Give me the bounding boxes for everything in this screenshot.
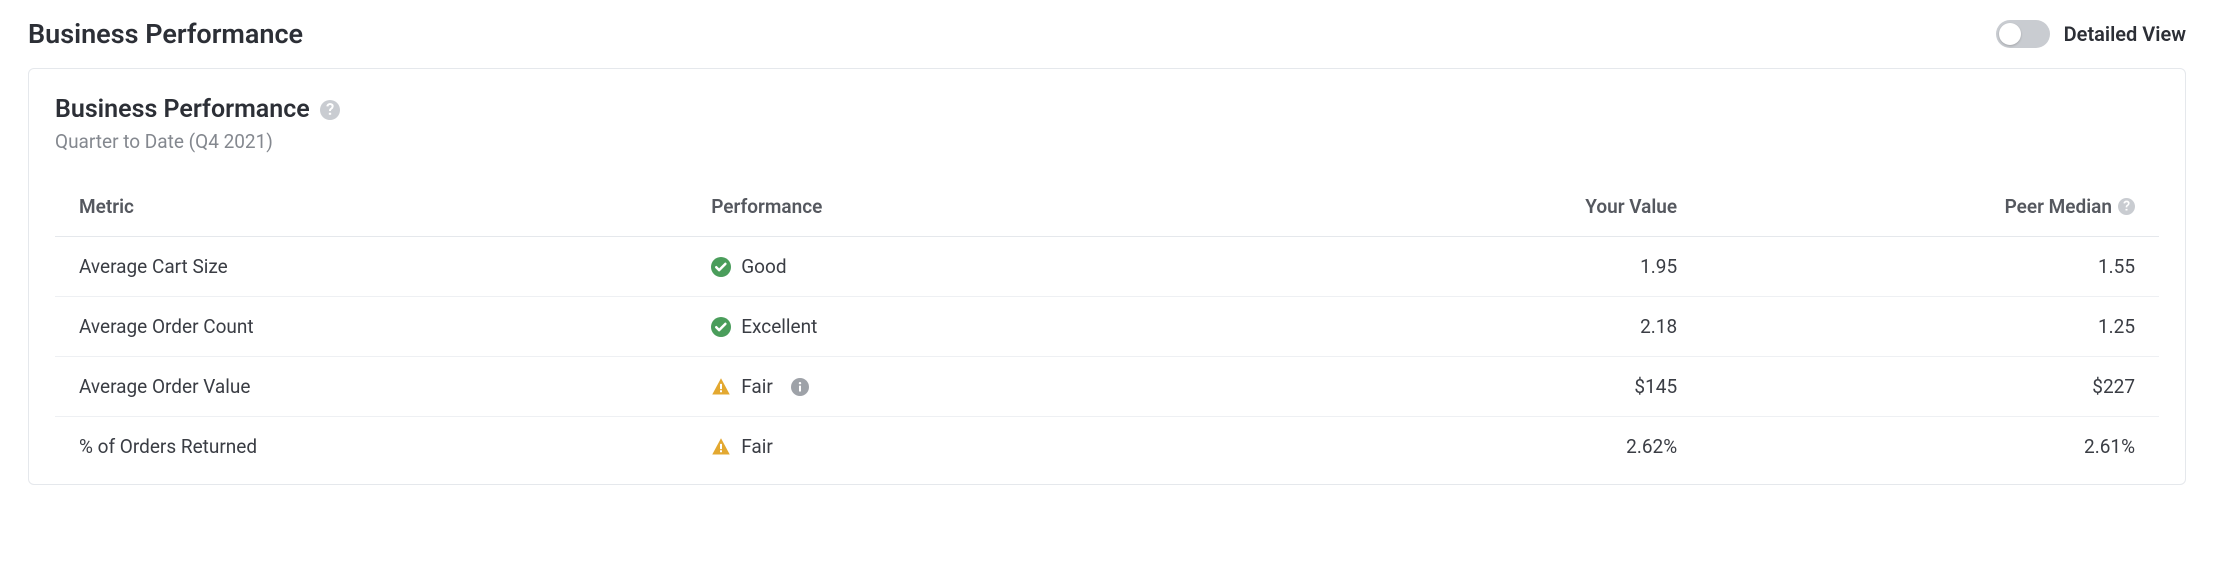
warning-triangle-icon bbox=[711, 437, 731, 457]
check-circle-icon bbox=[711, 317, 731, 337]
metric-cell: Average Order Value bbox=[55, 357, 707, 417]
info-icon[interactable] bbox=[783, 378, 809, 396]
performance-cell: Good bbox=[707, 237, 1296, 297]
help-icon[interactable] bbox=[320, 100, 340, 120]
metric-cell: % of Orders Returned bbox=[55, 417, 707, 477]
card-period: Quarter to Date (Q4 2021) bbox=[55, 130, 2159, 153]
performance-cell: Fair bbox=[707, 357, 1296, 417]
detailed-view-toggle[interactable] bbox=[1996, 20, 2050, 48]
detailed-view-toggle-label: Detailed View bbox=[2064, 22, 2186, 46]
performance-label: Excellent bbox=[741, 315, 817, 338]
performance-label: Fair bbox=[741, 375, 773, 398]
business-performance-card: Business Performance Quarter to Date (Q4… bbox=[28, 68, 2186, 485]
metric-cell: Average Order Count bbox=[55, 297, 707, 357]
performance-cell: Excellent bbox=[707, 297, 1296, 357]
peer-median-cell: 2.61% bbox=[1717, 417, 2159, 477]
check-circle-icon bbox=[711, 257, 731, 277]
peer-median-cell: $227 bbox=[1717, 357, 2159, 417]
metric-cell: Average Cart Size bbox=[55, 237, 707, 297]
peer-median-cell: 1.55 bbox=[1717, 237, 2159, 297]
header-performance: Performance bbox=[707, 177, 1296, 237]
table-row: Average Order Value Fair $145$227 bbox=[55, 357, 2159, 417]
table-row: % of Orders Returned Fair 2.62%2.61% bbox=[55, 417, 2159, 477]
header-your-value: Your Value bbox=[1296, 177, 1717, 237]
your-value-cell: 1.95 bbox=[1296, 237, 1717, 297]
performance-label: Fair bbox=[741, 435, 773, 458]
card-title: Business Performance bbox=[55, 95, 310, 124]
page-title: Business Performance bbox=[28, 18, 303, 50]
your-value-cell: 2.18 bbox=[1296, 297, 1717, 357]
your-value-cell: $145 bbox=[1296, 357, 1717, 417]
warning-triangle-icon bbox=[711, 377, 731, 397]
performance-table: Metric Performance Your Value Peer Media… bbox=[55, 177, 2159, 476]
header-peer-median: Peer Median bbox=[1717, 177, 2159, 237]
help-icon[interactable] bbox=[2118, 198, 2135, 215]
your-value-cell: 2.62% bbox=[1296, 417, 1717, 477]
table-row: Average Cart Size Good 1.951.55 bbox=[55, 237, 2159, 297]
header-metric: Metric bbox=[55, 177, 707, 237]
table-row: Average Order Count Excellent 2.181.25 bbox=[55, 297, 2159, 357]
peer-median-cell: 1.25 bbox=[1717, 297, 2159, 357]
performance-cell: Fair bbox=[707, 417, 1296, 477]
detailed-view-toggle-wrap: Detailed View bbox=[1996, 20, 2186, 48]
header-peer-median-label: Peer Median bbox=[2005, 195, 2112, 218]
performance-label: Good bbox=[741, 255, 786, 278]
